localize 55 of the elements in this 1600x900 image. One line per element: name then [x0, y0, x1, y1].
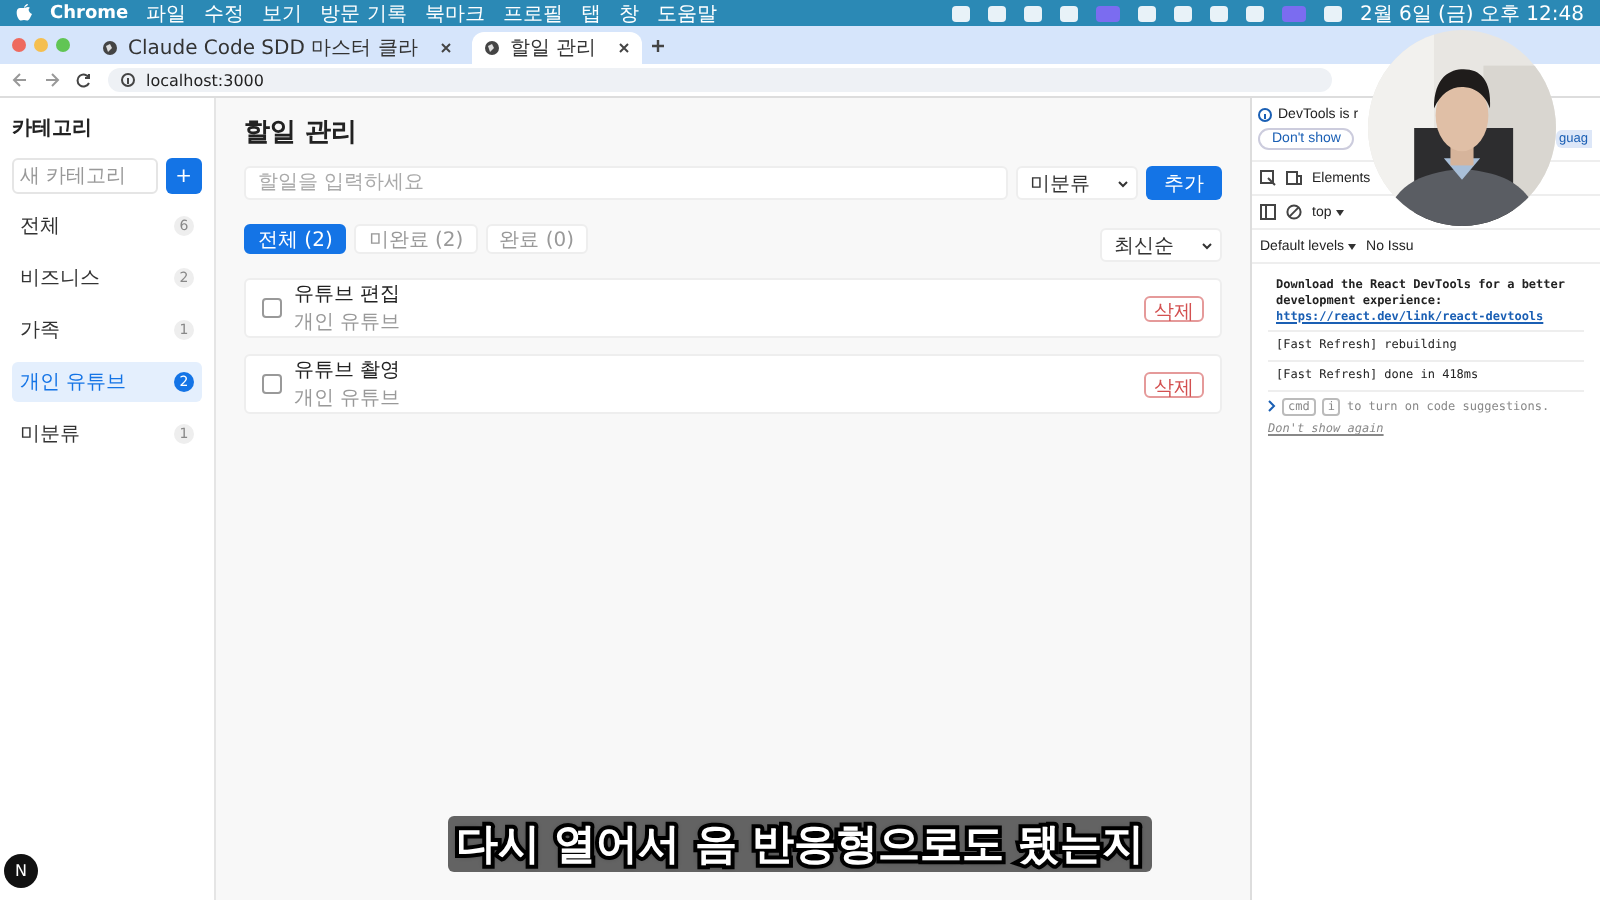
globe-icon: [102, 40, 118, 56]
apple-icon[interactable]: [16, 4, 32, 22]
back-icon[interactable]: [12, 72, 28, 88]
checkbox[interactable]: [262, 374, 282, 394]
reload-icon[interactable]: [76, 72, 92, 88]
info-icon: [1258, 108, 1272, 122]
prompt-icon: [1268, 400, 1276, 413]
menu-clock[interactable]: 2월 6일 (금) 오후 12:48: [1359, 0, 1584, 27]
caret-icon: [1348, 243, 1357, 249]
address-bar[interactable]: localhost:3000: [108, 68, 1332, 92]
todo-title: 유튜브 편집: [294, 282, 403, 308]
close-tab-icon[interactable]: [617, 42, 630, 54]
forward-icon[interactable]: [44, 72, 60, 88]
menu-item[interactable]: 도움말: [656, 0, 717, 27]
new-tab-icon[interactable]: [649, 37, 666, 53]
sidebar-icon[interactable]: [1260, 204, 1276, 220]
filter-tab[interactable]: 전체 (2): [244, 224, 347, 254]
close-tab-icon[interactable]: [439, 42, 452, 54]
browser-tab[interactable]: Claude Code SDD 마스터 클라: [90, 32, 464, 64]
sidebar-title: 카테고리: [12, 116, 94, 142]
inspect-icon[interactable]: [1260, 170, 1276, 186]
close-window-icon[interactable]: [12, 38, 26, 52]
add-category-button[interactable]: +: [165, 158, 202, 194]
todo-title: 유튜브 촬영: [294, 358, 403, 384]
browser-tab[interactable]: 할일 관리: [471, 32, 642, 64]
menu-item[interactable]: 방문 기록: [320, 0, 407, 27]
menu-item[interactable]: 북마크: [424, 0, 485, 27]
checkbox[interactable]: [262, 298, 282, 318]
caret-icon: [1202, 241, 1212, 249]
caret-icon: [1118, 179, 1128, 187]
todo-category: 개인 유튜브: [294, 310, 403, 336]
menu-item[interactable]: 프로필: [502, 0, 563, 27]
menu-item[interactable]: 보기: [262, 0, 303, 27]
device-icon[interactable]: [1286, 170, 1302, 186]
caret-icon: [1335, 209, 1344, 215]
status-icon[interactable]: [1323, 5, 1342, 21]
category-input[interactable]: 새 카테고리: [12, 158, 158, 194]
delete-button[interactable]: 삭제: [1144, 371, 1204, 397]
add-todo-button[interactable]: 추가: [1146, 166, 1222, 200]
category-select[interactable]: 미분류: [1016, 166, 1138, 200]
filter-tab[interactable]: 미완료 (2): [354, 224, 478, 254]
menu-item[interactable]: 창: [618, 0, 639, 27]
subtitle: 다시 열어서 음 반응형으로도 됐는지: [447, 816, 1153, 872]
clear-icon[interactable]: [1286, 204, 1302, 220]
page-title: 할일 관리: [244, 116, 360, 150]
sort-select[interactable]: 최신순: [1100, 228, 1222, 262]
todo-category: 개인 유튜브: [294, 386, 403, 412]
filter-tab[interactable]: 완료 (0): [485, 224, 589, 254]
menu-item[interactable]: 파일: [146, 0, 187, 27]
menu-item[interactable]: 수정: [204, 0, 245, 27]
delete-button[interactable]: 삭제: [1144, 295, 1204, 321]
globe-icon: [483, 40, 500, 56]
menu-item[interactable]: 탭: [580, 0, 601, 27]
menu-item[interactable]: Chrome: [50, 3, 129, 23]
todo-input[interactable]: 할일을 입력하세요: [244, 166, 1008, 200]
